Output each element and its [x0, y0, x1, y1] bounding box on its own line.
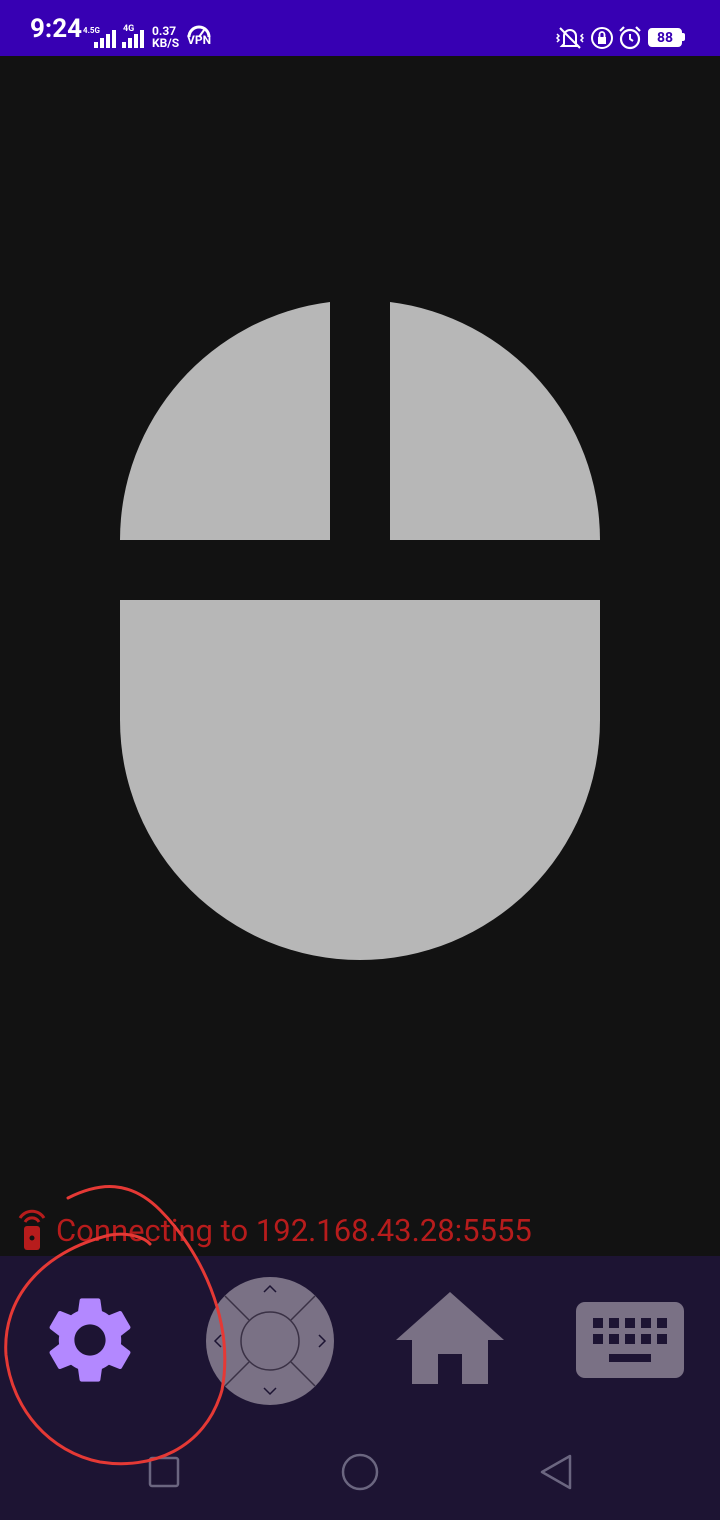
lock-rotation-icon: [591, 27, 613, 49]
signal-icon-2: [122, 30, 144, 48]
signal-icon-1: [94, 30, 116, 48]
vibrate-icon: [555, 27, 585, 49]
battery-icon: 88: [648, 28, 682, 47]
back-nav-button[interactable]: [538, 1452, 574, 1492]
mouse-body[interactable]: [120, 600, 600, 960]
annotation-circle: [4, 1185, 227, 1466]
left-mouse-button[interactable]: [120, 302, 330, 540]
vpn-label: VPN: [187, 33, 212, 47]
status-bar: 9:24 4.5G 4G 0.37 KB/S VPN 88: [0, 0, 720, 56]
mouse-pad[interactable]: [0, 56, 720, 1206]
battery-tip: [682, 33, 685, 41]
keyboard-icon[interactable]: [576, 1302, 684, 1378]
alarm-icon: [619, 26, 641, 50]
home-nav-button[interactable]: [340, 1452, 380, 1492]
home-icon[interactable]: [394, 1290, 506, 1386]
right-mouse-button[interactable]: [390, 302, 600, 540]
network-speed: 0.37 KB/S: [152, 25, 179, 49]
status-time: 9:24: [30, 14, 83, 44]
speed-unit: KB/S: [152, 36, 180, 50]
